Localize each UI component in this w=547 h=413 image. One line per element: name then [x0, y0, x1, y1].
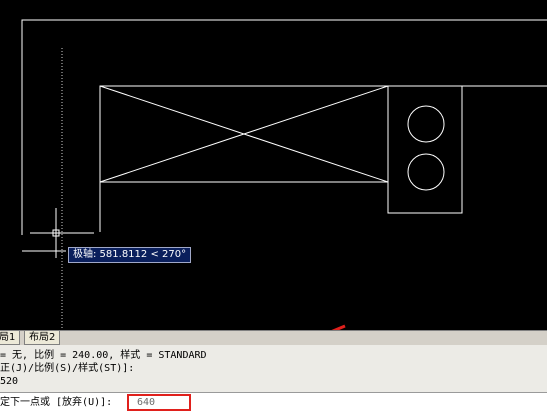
layout-tab-bar: 局1 布局2	[0, 330, 547, 345]
command-line[interactable]: 定下一点或 [放弃(U)]: 640	[0, 392, 547, 413]
burner-bottom-circle	[407, 153, 445, 191]
undo-option[interactable]: 放弃(U)	[62, 397, 100, 408]
prompt-suffix: ]:	[100, 397, 113, 408]
history-line: = 无, 比例 = 240.00, 样式 = STANDARD	[0, 350, 207, 361]
burner-block	[387, 85, 463, 214]
polar-tooltip: 极轴: 581.8112 < 270°	[68, 247, 192, 263]
prompt-prefix: 定下一点或 [	[0, 397, 63, 408]
drawing-canvas[interactable]	[0, 0, 547, 330]
tab-layout2[interactable]: 布局2	[24, 331, 61, 345]
wall-outline	[21, 19, 547, 235]
history-line: 正(J)/比例(S)/样式(ST)]:	[0, 363, 135, 374]
history-line: 520	[0, 376, 19, 387]
command-history: = 无, 比例 = 240.00, 样式 = STANDARD 正(J)/比例(…	[0, 345, 547, 392]
burner-top-circle	[407, 105, 445, 143]
command-input[interactable]: 640	[127, 394, 191, 411]
tab-layout1[interactable]: 局1	[0, 331, 21, 345]
command-prompt: 定下一点或 [放弃(U)]:	[0, 396, 112, 409]
